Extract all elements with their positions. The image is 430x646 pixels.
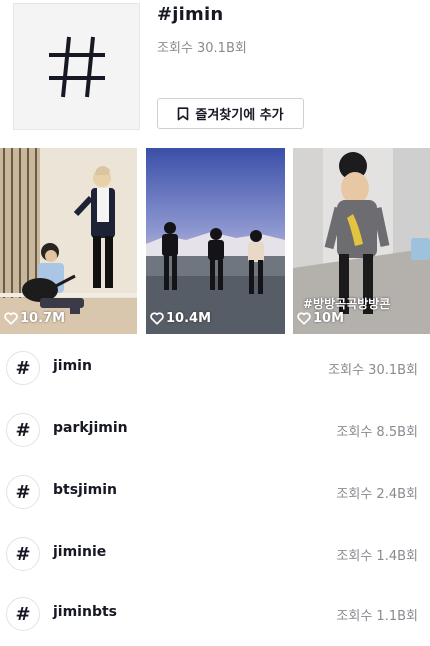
video-caption: #방방곡곡방방콘 <box>303 297 391 311</box>
video-grid: 10.7M 10.4M #방방곡곡방방콘 10M <box>0 148 430 334</box>
hashtag-view-count: 조회수 2.4B회 <box>336 487 418 502</box>
hashtag-icon <box>48 36 105 97</box>
hashtag-name: jiminbts <box>53 604 117 620</box>
hashtag-name: btsjimin <box>53 482 117 498</box>
page-title: #jimin <box>157 4 224 25</box>
hashtag-icon: # <box>6 475 40 509</box>
list-item[interactable]: # jimin 조회수 30.1B회 <box>0 338 430 400</box>
heart-outline-icon <box>150 312 164 325</box>
video-thumbnail-3[interactable]: #방방곡곡방방콘 10M <box>293 148 430 334</box>
video-thumbnail-1[interactable]: 10.7M <box>0 148 137 334</box>
hashtag-icon: # <box>6 351 40 385</box>
video-likes: 10M <box>297 311 344 326</box>
hashtag-name: parkjimin <box>53 420 128 436</box>
hashtag-icon: # <box>6 597 40 631</box>
heart-outline-icon <box>4 312 18 325</box>
hashtag-name: jimin <box>53 358 92 374</box>
hashtag-icon: # <box>6 537 40 571</box>
video-likes-count: 10.7M <box>20 311 66 326</box>
view-count: 조회수 30.1B회 <box>157 41 247 56</box>
list-item[interactable]: # parkjimin 조회수 8.5B회 <box>0 400 430 462</box>
list-item[interactable]: # btsjimin 조회수 2.4B회 <box>0 462 430 524</box>
video-thumbnail-image <box>0 148 137 334</box>
hashtag-view-count: 조회수 1.1B회 <box>336 609 418 624</box>
hashtag-name: jiminie <box>53 544 107 560</box>
hashtag-icon: # <box>6 413 40 447</box>
video-likes: 10.4M <box>150 311 211 326</box>
video-thumbnail-2[interactable]: 10.4M <box>146 148 285 334</box>
hashtag-view-count: 조회수 30.1B회 <box>328 363 418 378</box>
hashtag-view-count: 조회수 1.4B회 <box>336 549 418 564</box>
bookmark-icon <box>178 106 189 120</box>
list-item[interactable]: # jiminie 조회수 1.4B회 <box>0 524 430 586</box>
add-to-favorites-button[interactable]: 즐겨찾기에 추가 <box>157 98 304 129</box>
video-likes: 10.7M <box>4 311 65 326</box>
video-likes-count: 10.4M <box>166 311 212 326</box>
list-item[interactable]: # jiminbts 조회수 1.1B회 <box>0 584 430 646</box>
hashtag-header: #jimin 조회수 30.1B회 즐겨찾기에 추가 <box>0 0 430 140</box>
hashtag-view-count: 조회수 8.5B회 <box>336 425 418 440</box>
hashtag-cover <box>13 3 140 130</box>
video-likes-count: 10M <box>313 311 345 326</box>
heart-outline-icon <box>297 312 311 325</box>
add-to-favorites-label: 즐겨찾기에 추가 <box>195 108 284 123</box>
video-thumbnail-image <box>146 148 285 334</box>
